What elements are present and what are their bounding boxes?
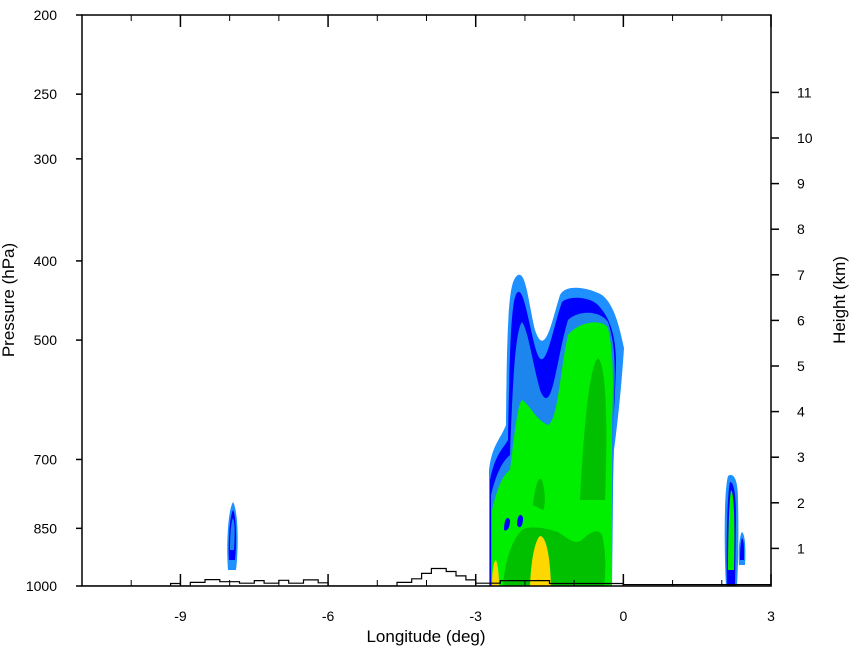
y2-tick-label: 2	[797, 495, 805, 511]
chart: -9 -6 -3 0 3 1000 850 700 500 400 300 250 200 1 2 3 4 5 6 7…	[0, 7, 849, 646]
x-tick-label: -3	[469, 608, 482, 624]
y-tick-label: 200	[34, 7, 58, 23]
y2-tick-label: 5	[797, 358, 805, 374]
y2-tick-label: 9	[797, 176, 805, 192]
y2-tick-label: 7	[797, 267, 805, 283]
y-tick-label: 500	[34, 332, 58, 348]
y2-axis-title: Height (km)	[830, 256, 849, 344]
y-tick-label: 250	[34, 86, 58, 102]
y2-tick-label: 8	[797, 221, 805, 237]
y-tick-label: 850	[34, 520, 58, 536]
y2-tick-label: 3	[797, 449, 805, 465]
y2-tick-label: 10	[797, 130, 813, 146]
y-tick-label: 300	[34, 151, 58, 167]
y2-tick-label: 6	[797, 312, 805, 328]
contour-fill-dark-green	[503, 527, 606, 586]
x-tick-label: 0	[619, 608, 627, 624]
y-tick-label: 1000	[26, 578, 57, 594]
x-tick-label: -9	[174, 608, 187, 624]
y2-tick-label: 1	[797, 540, 805, 556]
x-tick-label: -6	[322, 608, 335, 624]
y-tick-label: 700	[34, 451, 58, 467]
y2-tick-label: 4	[797, 404, 805, 420]
y2-tick-label: 11	[797, 84, 812, 100]
y-axis-title: Pressure (hPa)	[0, 243, 18, 357]
y-tick-label: 400	[34, 253, 58, 269]
plot-area	[82, 15, 771, 586]
x-tick-label: 3	[767, 608, 775, 624]
x-axis-title: Longitude (deg)	[366, 627, 485, 646]
